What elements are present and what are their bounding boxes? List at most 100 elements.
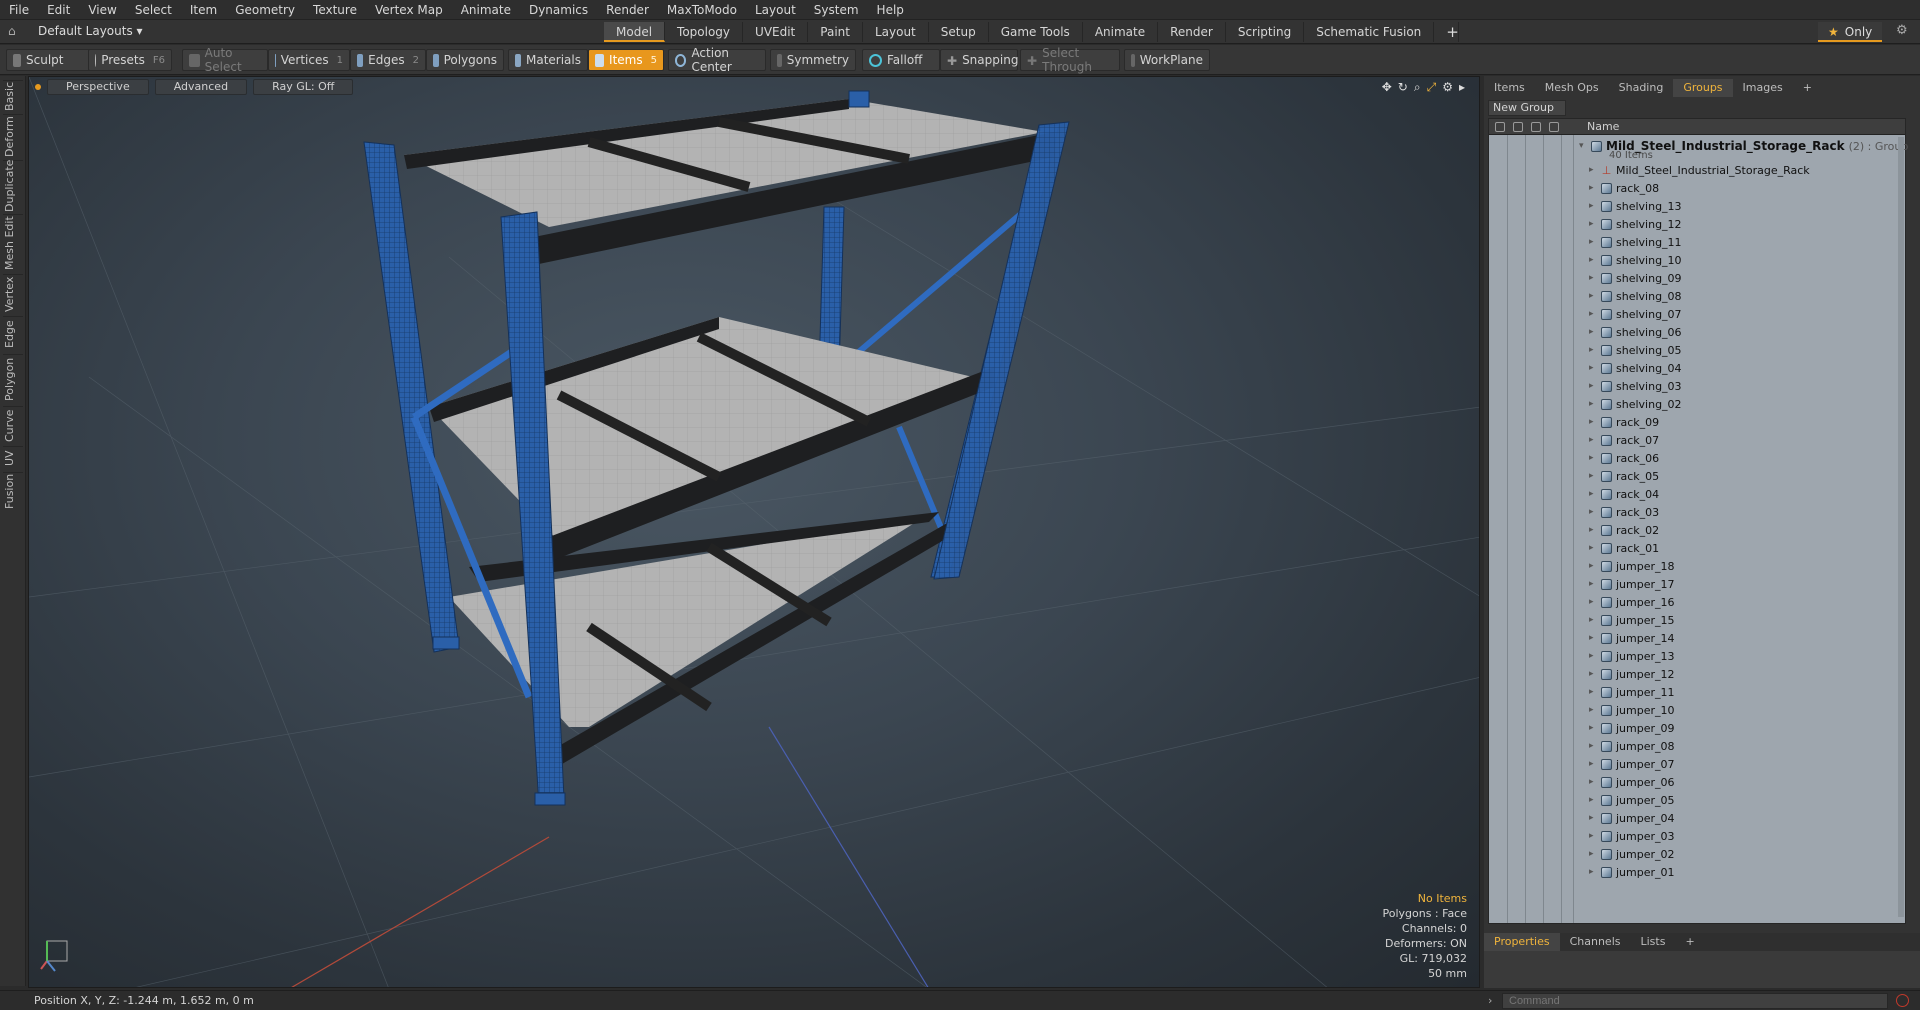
add-bottom-tab-icon[interactable]: + — [1675, 933, 1704, 951]
panel-tab-mesh-ops[interactable]: Mesh Ops — [1535, 79, 1609, 97]
only-toggle[interactable]: ★ Only — [1818, 22, 1883, 42]
edges-button[interactable]: Edges 2 — [350, 49, 426, 71]
tree-item-jumper-09[interactable]: ▸ jumper_09 — [1589, 719, 1675, 737]
tree-item-jumper-02[interactable]: ▸ jumper_02 — [1589, 845, 1675, 863]
expand-arrow-icon[interactable]: ▸ — [1589, 831, 1601, 841]
expand-arrow-icon[interactable]: ▸ — [1589, 813, 1601, 823]
vertices-button[interactable]: Vertices 1 — [268, 49, 350, 71]
locator-row[interactable]: ▸ ⊥ Mild_Steel_Industrial_Storage_Rack — [1589, 161, 1810, 179]
perspective-button[interactable]: Perspective — [47, 79, 149, 95]
collapse-arrow-icon[interactable]: ▾ — [1579, 141, 1591, 151]
tree-item-jumper-17[interactable]: ▸ jumper_17 — [1589, 575, 1675, 593]
items-button[interactable]: Items 5 — [588, 49, 664, 71]
action-center-button[interactable]: Action Center — [668, 46, 766, 74]
menu-dynamics[interactable]: Dynamics — [520, 0, 597, 20]
tree-item-jumper-10[interactable]: ▸ jumper_10 — [1589, 701, 1675, 719]
new-group-button[interactable]: New Group — [1488, 100, 1566, 116]
bottom-tab-properties[interactable]: Properties — [1484, 933, 1560, 951]
layouts-dropdown[interactable]: Default Layouts ▾ — [38, 24, 143, 38]
expand-arrow-icon[interactable]: ▸ — [1589, 417, 1601, 427]
expand-arrow-icon[interactable]: ▸ — [1589, 669, 1601, 679]
tree-item-jumper-18[interactable]: ▸ jumper_18 — [1589, 557, 1675, 575]
expand-arrow-icon[interactable]: ▸ — [1589, 183, 1601, 193]
tree-item-rack-06[interactable]: ▸ rack_06 — [1589, 449, 1659, 467]
left-tab-fusion[interactable]: Fusion — [3, 472, 23, 510]
expand-arrow-icon[interactable]: ▸ — [1589, 741, 1601, 751]
expand-arrow-icon[interactable]: ▸ — [1589, 867, 1601, 877]
panel-tab-images[interactable]: Images — [1733, 79, 1793, 97]
menu-view[interactable]: View — [79, 0, 125, 20]
layout-tab-uvedit[interactable]: UVEdit — [743, 22, 809, 42]
layout-tab-model[interactable]: Model — [604, 22, 666, 42]
expand-arrow-icon[interactable]: ▸ — [1589, 777, 1601, 787]
home-icon[interactable]: ⌂ — [8, 24, 16, 38]
raygl-button[interactable]: Ray GL: Off — [253, 79, 354, 95]
left-tab-vertex[interactable]: Vertex — [3, 274, 23, 314]
expand-arrow-icon[interactable]: ▸ — [1589, 201, 1601, 211]
tree-item-jumper-04[interactable]: ▸ jumper_04 — [1589, 809, 1675, 827]
command-arrow-icon[interactable]: › — [1488, 994, 1492, 1007]
tree-item-jumper-01[interactable]: ▸ jumper_01 — [1589, 863, 1675, 881]
expand-arrow-icon[interactable]: ▸ — [1589, 795, 1601, 805]
presets-button[interactable]: Presets F6 — [88, 49, 172, 71]
menu-vertex-map[interactable]: Vertex Map — [366, 0, 452, 20]
tree-item-jumper-12[interactable]: ▸ jumper_12 — [1589, 665, 1675, 683]
expand-arrow-icon[interactable]: ▸ — [1589, 849, 1601, 859]
zoom-view-icon[interactable]: ⌕ — [1414, 80, 1421, 95]
expand-arrow-icon[interactable]: ▸ — [1589, 597, 1601, 607]
move-view-icon[interactable]: ✥ — [1382, 80, 1392, 95]
expand-arrow-icon[interactable]: ▸ — [1589, 273, 1601, 283]
expand-arrow-icon[interactable]: ▸ — [1589, 381, 1601, 391]
layout-tab-game-tools[interactable]: Game Tools — [989, 22, 1083, 42]
tree-item-shelving-09[interactable]: ▸ shelving_09 — [1589, 269, 1682, 287]
expand-arrow-icon[interactable]: ▸ — [1589, 255, 1601, 265]
expand-arrow-icon[interactable]: ▸ — [1589, 723, 1601, 733]
expand-arrow-icon[interactable]: ▸ — [1589, 615, 1601, 625]
menu-help[interactable]: Help — [868, 0, 913, 20]
tree-item-jumper-15[interactable]: ▸ jumper_15 — [1589, 611, 1675, 629]
menu-animate[interactable]: Animate — [452, 0, 520, 20]
snapping-button[interactable]: ✚ Snapping — [940, 49, 1018, 71]
sculpt-button[interactable]: Sculpt — [6, 49, 92, 71]
layout-tab-topology[interactable]: Topology — [665, 22, 744, 42]
workplane-button[interactable]: WorkPlane — [1124, 49, 1210, 71]
tree-item-jumper-08[interactable]: ▸ jumper_08 — [1589, 737, 1675, 755]
layout-tab-paint[interactable]: Paint — [808, 22, 863, 42]
tree-item-rack-04[interactable]: ▸ rack_04 — [1589, 485, 1659, 503]
left-tab-polygon[interactable]: Polygon — [3, 354, 23, 404]
tree-item-shelving-12[interactable]: ▸ shelving_12 — [1589, 215, 1682, 233]
tree-item-shelving-07[interactable]: ▸ shelving_07 — [1589, 305, 1682, 323]
visibility-header-icon[interactable] — [1495, 122, 1505, 132]
menu-system[interactable]: System — [805, 0, 868, 20]
3d-viewport[interactable]: Perspective Advanced Ray GL: Off ✥ ↻ ⌕ ⤢… — [28, 76, 1480, 988]
expand-arrow-icon[interactable]: ▸ — [1589, 705, 1601, 715]
polygons-button[interactable]: Polygons — [426, 49, 504, 71]
viewport-menu-dot[interactable] — [35, 84, 41, 90]
panel-tab-groups[interactable]: Groups — [1673, 79, 1733, 97]
tree-item-rack-07[interactable]: ▸ rack_07 — [1589, 431, 1659, 449]
left-tab-basic[interactable]: Basic — [3, 80, 23, 112]
expand-arrow-icon[interactable]: ▸ — [1459, 80, 1465, 95]
menu-edit[interactable]: Edit — [38, 0, 79, 20]
panel-tab-shading[interactable]: Shading — [1609, 79, 1674, 97]
expand-arrow-icon[interactable]: ▸ — [1589, 759, 1601, 769]
command-input[interactable] — [1502, 993, 1888, 1009]
expand-arrow-icon[interactable]: ▸ — [1589, 453, 1601, 463]
fit-view-icon[interactable]: ⤢ — [1427, 80, 1437, 95]
menu-texture[interactable]: Texture — [304, 0, 366, 20]
tree-item-rack-08[interactable]: ▸ rack_08 — [1589, 179, 1659, 197]
expand-arrow-icon[interactable]: ▸ — [1589, 165, 1601, 175]
view-options-icon[interactable]: ⚙ — [1442, 80, 1453, 95]
tree-item-rack-01[interactable]: ▸ rack_01 — [1589, 539, 1659, 557]
expand-arrow-icon[interactable]: ▸ — [1589, 579, 1601, 589]
expand-arrow-icon[interactable]: ▸ — [1589, 399, 1601, 409]
materials-button[interactable]: Materials — [508, 49, 588, 71]
rotate-view-icon[interactable]: ↻ — [1398, 80, 1408, 95]
tree-item-shelving-06[interactable]: ▸ shelving_06 — [1589, 323, 1682, 341]
expand-arrow-icon[interactable]: ▸ — [1589, 237, 1601, 247]
expand-arrow-icon[interactable]: ▸ — [1589, 345, 1601, 355]
tree-item-jumper-05[interactable]: ▸ jumper_05 — [1589, 791, 1675, 809]
tree-item-jumper-06[interactable]: ▸ jumper_06 — [1589, 773, 1675, 791]
layout-tab-schematic-fusion[interactable]: Schematic Fusion — [1304, 22, 1435, 42]
advanced-button[interactable]: Advanced — [154, 79, 248, 95]
